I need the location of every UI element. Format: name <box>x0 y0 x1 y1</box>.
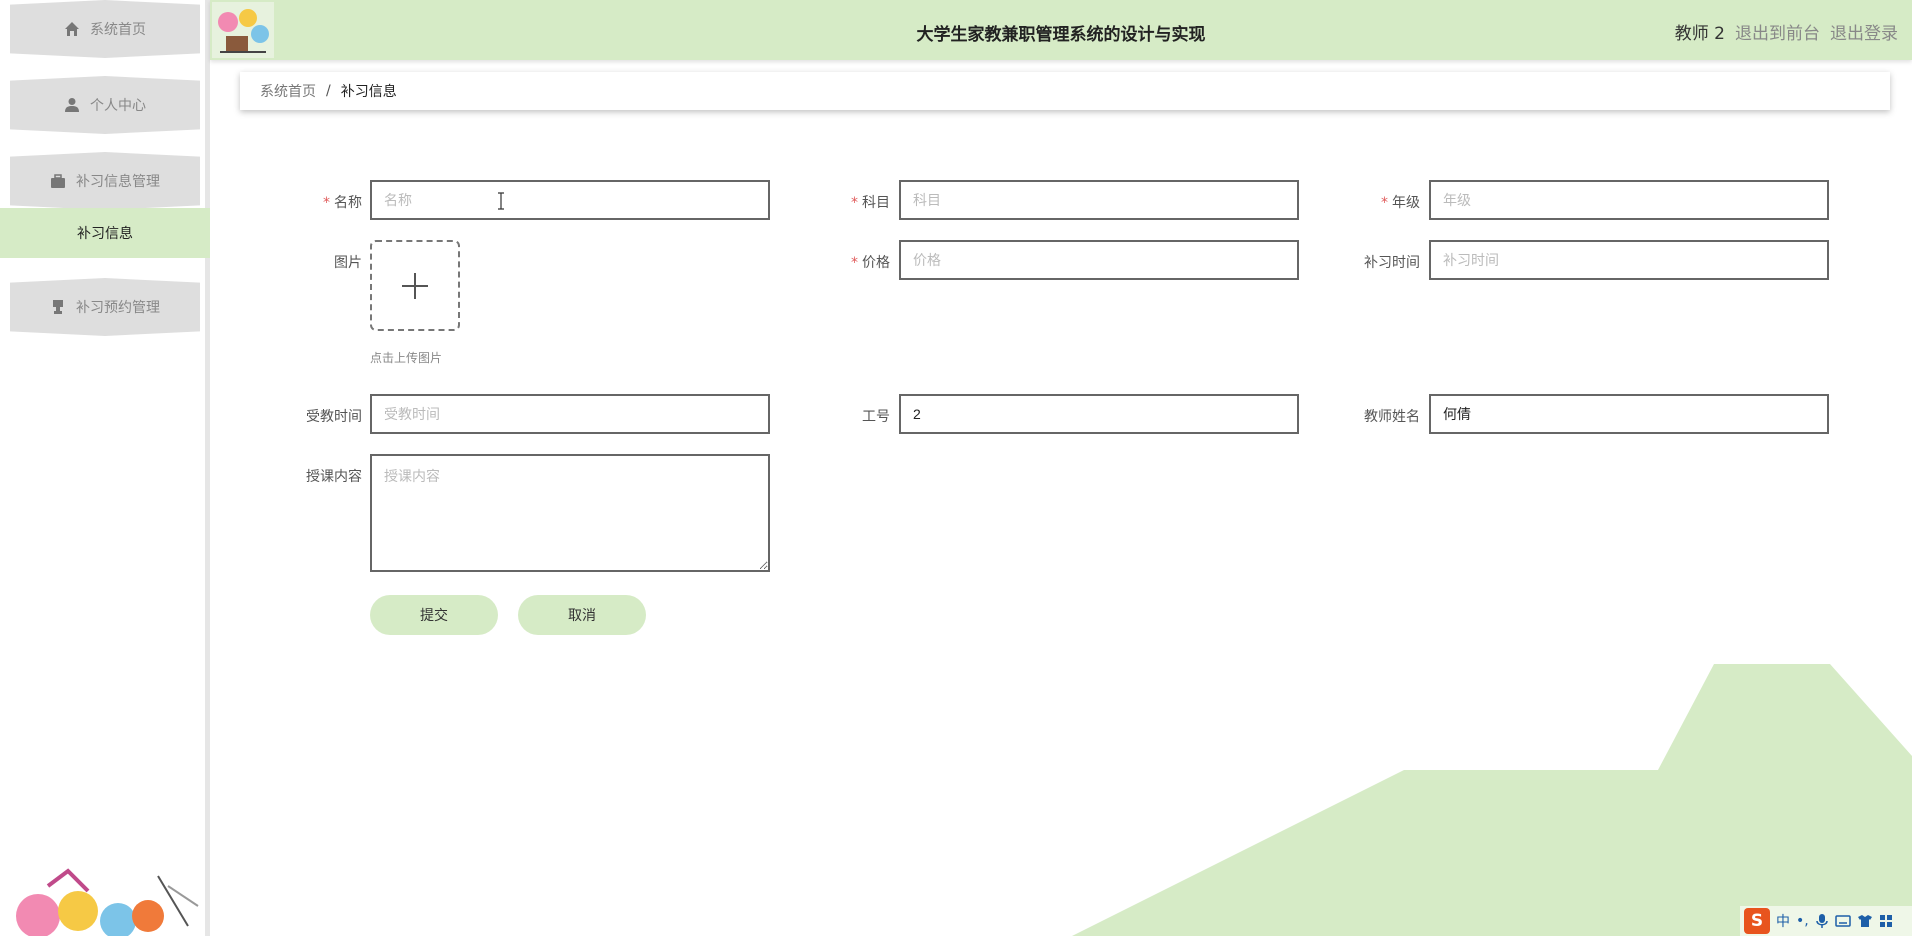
price-label: * 价格 <box>851 255 890 271</box>
stamp-icon <box>50 299 66 315</box>
required-mark: * <box>1381 195 1388 211</box>
page-title: 大学生家教兼职管理系统的设计与实现 <box>916 25 1206 45</box>
teaching-time-input[interactable] <box>370 394 770 434</box>
sidebar-item-label: 个人中心 <box>90 98 146 114</box>
home-icon <box>64 21 80 37</box>
skin-shirt-icon[interactable] <box>1857 914 1873 928</box>
user-icon <box>64 97 80 113</box>
required-mark: * <box>323 195 330 211</box>
sogou-ime-logo[interactable]: S <box>1744 908 1770 934</box>
breadcrumb-home[interactable]: 系统首页 <box>260 81 316 101</box>
required-mark: * <box>851 255 858 271</box>
breadcrumb-separator: / <box>326 83 331 99</box>
keyboard-icon[interactable] <box>1834 914 1851 928</box>
top-header: 大学生家教兼职管理系统的设计与实现 教师 2 退出到前台 退出登录 <box>210 0 1912 60</box>
sidebar-item-personal-center[interactable]: 个人中心 <box>10 76 200 134</box>
cancel-button[interactable]: 取消 <box>518 595 646 635</box>
grade-label: * 年级 <box>1381 195 1420 211</box>
text-cursor-icon <box>498 192 504 210</box>
submit-button[interactable]: 提交 <box>370 595 498 635</box>
microphone-icon[interactable] <box>1815 913 1829 929</box>
decorative-background-shape <box>1072 664 1912 936</box>
sidebar-item-appointment-management[interactable]: 补习预约管理 <box>10 278 200 336</box>
price-input[interactable] <box>899 240 1299 280</box>
image-upload-button[interactable] <box>370 240 460 331</box>
breadcrumb-current: 补习信息 <box>340 84 397 100</box>
teacher-name-label: 教师姓名 <box>1364 409 1420 425</box>
sidebar-item-label: 补习信息管理 <box>76 174 160 190</box>
image-label: 图片 <box>334 255 362 271</box>
name-input[interactable] <box>370 180 770 220</box>
subject-label: * 科目 <box>851 195 890 211</box>
sidebar-item-tutoring-info-management[interactable]: 补习信息管理 <box>10 152 200 210</box>
ime-punctuation-indicator[interactable]: •, <box>1796 913 1809 929</box>
teaching-time-label: 受教时间 <box>306 409 362 425</box>
current-user: 教师 2 <box>1674 24 1725 44</box>
sidebar-item-label: 系统首页 <box>90 22 146 38</box>
sidebar-subitem-label: 补习信息 <box>77 226 133 242</box>
plus-icon <box>402 272 428 299</box>
tutor-time-input[interactable] <box>1429 240 1829 280</box>
ime-mode-indicator[interactable]: 中 <box>1776 911 1790 931</box>
teacher-name-input[interactable] <box>1429 394 1829 434</box>
sidebar-subitem-tutoring-info[interactable]: 补习信息 <box>0 208 210 258</box>
job-number-input[interactable] <box>899 394 1299 434</box>
exit-to-front-link[interactable]: 退出到前台 <box>1735 19 1820 44</box>
content-label: 授课内容 <box>306 469 362 485</box>
grid-menu-icon[interactable] <box>1879 914 1893 928</box>
sidebar: 系统首页 个人中心 补习信息管理 补习信息 补习预约管理 <box>0 0 210 936</box>
subject-input[interactable] <box>899 180 1299 220</box>
grade-input[interactable] <box>1429 180 1829 220</box>
briefcase-icon <box>50 173 66 189</box>
content-textarea[interactable] <box>370 454 770 572</box>
name-label: * 名称 <box>323 195 362 211</box>
breadcrumb: 系统首页 / 补习信息 <box>240 72 1890 110</box>
ime-toolbar: S 中 •, <box>1740 906 1912 936</box>
job-number-label: 工号 <box>862 409 890 425</box>
tutor-time-label: 补习时间 <box>1364 255 1420 271</box>
logout-link[interactable]: 退出登录 <box>1830 19 1898 44</box>
sidebar-item-label: 补习预约管理 <box>76 300 160 316</box>
sidebar-item-home[interactable]: 系统首页 <box>10 0 200 58</box>
required-mark: * <box>851 195 858 211</box>
decorative-doodle-illustration <box>16 868 199 936</box>
image-upload-hint: 点击上传图片 <box>370 351 443 365</box>
